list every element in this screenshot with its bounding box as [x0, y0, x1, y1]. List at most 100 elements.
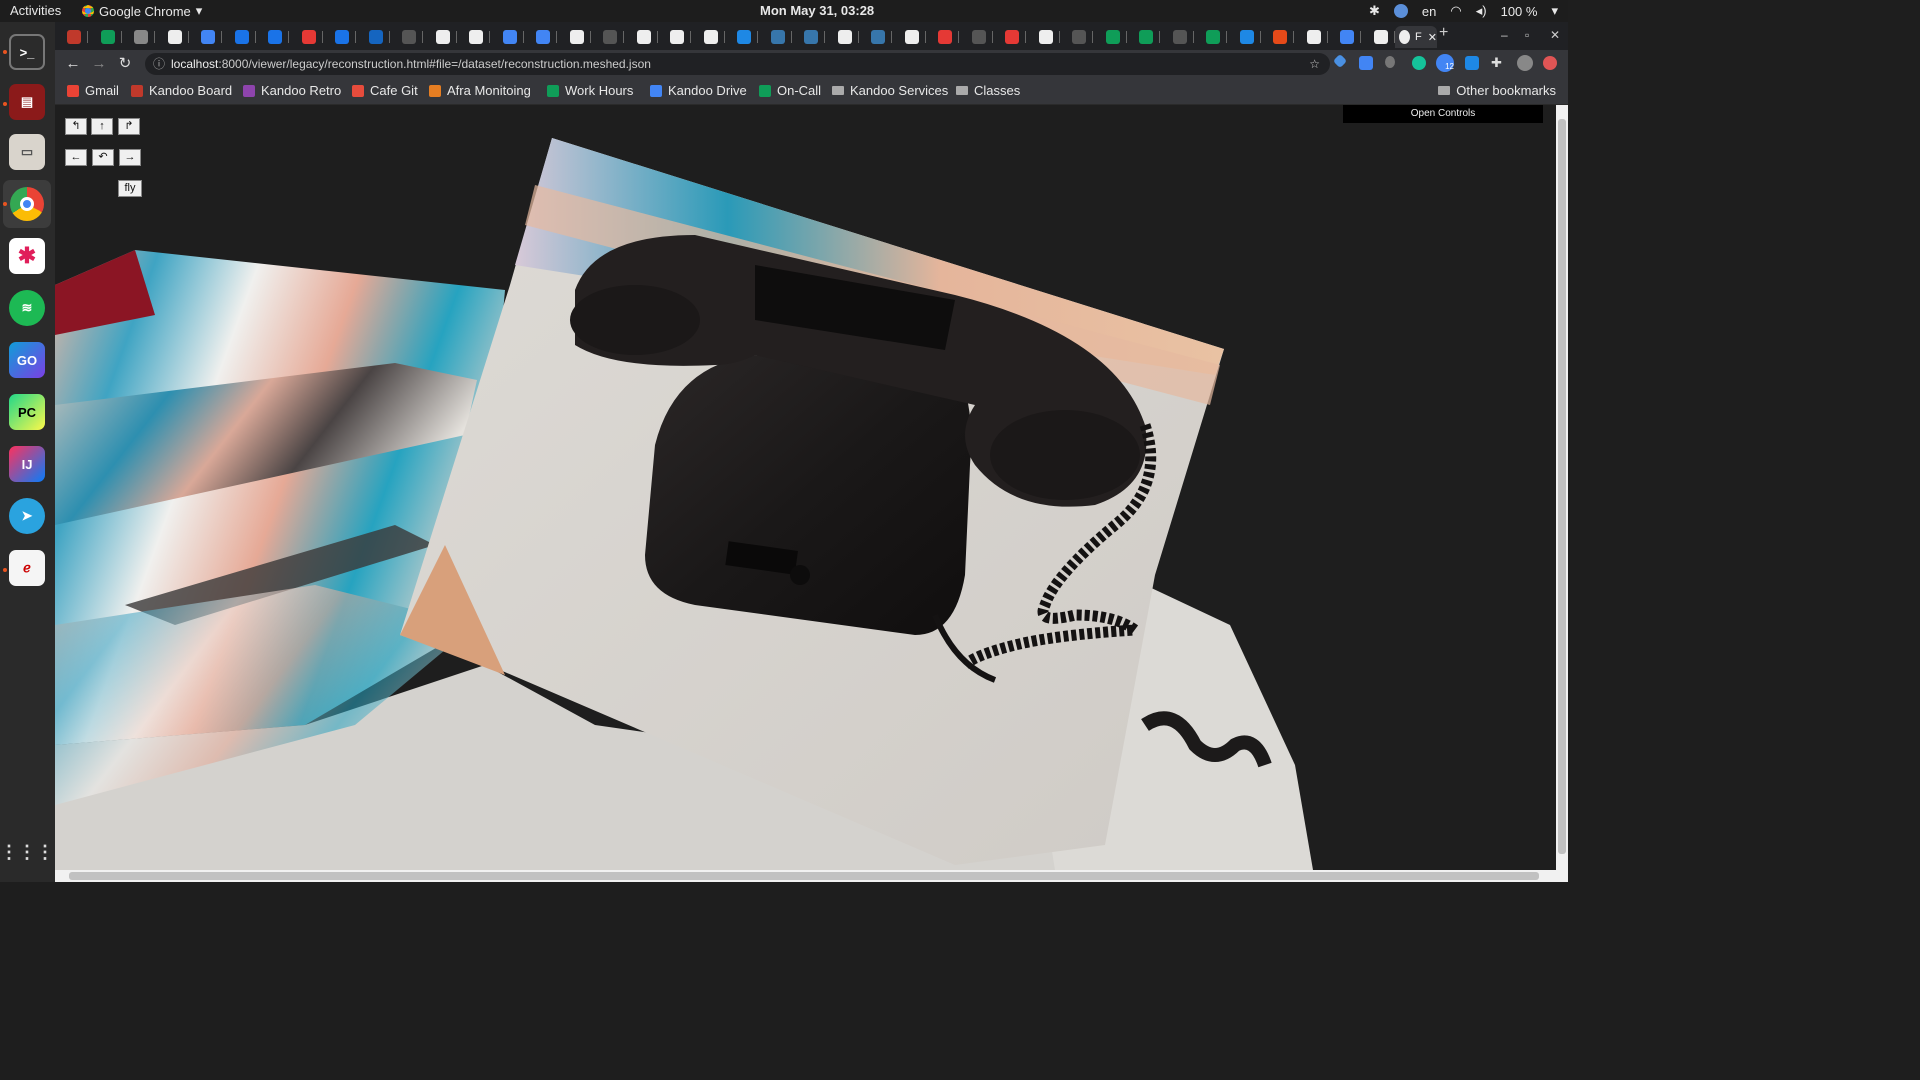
move-up-button[interactable]: ↑ [91, 118, 113, 135]
tab-pinned[interactable] [201, 26, 231, 48]
show-applications-icon[interactable]: ⋮⋮⋮ [0, 834, 54, 870]
reconstruction-viewer[interactable]: ↰ ↑ ↱ ← ↶ → fly Open Controls [55, 105, 1556, 870]
grammarly-icon[interactable] [1412, 56, 1426, 70]
bookmark-cafe-git[interactable]: Cafe Git [352, 83, 418, 98]
extension-icon[interactable] [1465, 56, 1479, 70]
tab-pinned[interactable] [167, 26, 198, 48]
app-menu[interactable]: Google Chrome ▾ [82, 3, 202, 19]
extension-badge-icon[interactable]: 12 [1436, 54, 1454, 72]
new-tab-button[interactable]: + [1439, 24, 1448, 42]
reset-view-button[interactable]: ↶ [92, 149, 114, 166]
bookmark-kandoo-board[interactable]: Kandoo Board [131, 83, 232, 98]
tab-pinned[interactable] [1005, 26, 1035, 48]
tab-pinned[interactable] [1139, 26, 1169, 48]
maximize-icon[interactable]: ▫ [1525, 28, 1529, 42]
bookmark-work-hours[interactable]: Work Hours [547, 83, 633, 98]
bookmark-kandoo-services[interactable]: Kandoo Services [832, 83, 948, 98]
tab-pinned[interactable] [1239, 26, 1270, 48]
tab-pinned[interactable] [603, 26, 633, 48]
extension-icon[interactable] [1332, 53, 1348, 69]
tab-pinned[interactable] [1072, 26, 1102, 48]
open-controls-button[interactable]: Open Controls [1343, 105, 1543, 123]
vertical-scrollbar[interactable] [1556, 105, 1568, 870]
bookmark-star-icon[interactable]: ☆ [1309, 53, 1320, 75]
intellij-icon[interactable]: IJ [9, 446, 45, 482]
system-tray[interactable]: ✱ en ◠ ◂) 100 % ▾ [1369, 3, 1558, 19]
tab-pinned[interactable] [737, 26, 767, 48]
tab-pinned[interactable] [1306, 26, 1337, 48]
close-window-icon[interactable]: ✕ [1550, 28, 1560, 42]
tab-pinned[interactable] [536, 26, 566, 48]
chrome-dock-slot[interactable] [3, 180, 51, 228]
tab-pinned[interactable] [469, 26, 499, 48]
bookmark-gmail[interactable]: Gmail [67, 83, 119, 98]
rotate-left-button[interactable]: ↰ [65, 118, 87, 135]
tab-pinned[interactable] [301, 26, 332, 48]
activities-button[interactable]: Activities [10, 3, 61, 18]
tab-pinned[interactable] [871, 26, 901, 48]
tab-pinned[interactable] [134, 26, 164, 48]
language-indicator[interactable]: en [1422, 4, 1436, 19]
tab-pinned[interactable] [569, 26, 600, 48]
tab-pinned[interactable] [1172, 26, 1203, 48]
pycharm-icon[interactable]: PC [9, 394, 45, 430]
tab-pinned[interactable] [402, 26, 432, 48]
slack-icon[interactable]: ✱ [9, 238, 45, 274]
tab-pinned[interactable] [368, 26, 399, 48]
tab-pinned[interactable] [636, 26, 667, 48]
tab-pinned[interactable] [502, 26, 533, 48]
puzzle-icon[interactable]: ✚ [1491, 55, 1505, 70]
site-info-icon[interactable]: ⓘ [153, 53, 165, 75]
goland-icon[interactable]: GO [9, 342, 45, 378]
bookmark-kandoo-retro[interactable]: Kandoo Retro [243, 83, 341, 98]
back-icon[interactable]: ← [63, 54, 83, 74]
scrollbar-thumb[interactable] [69, 872, 1539, 880]
profile-avatar[interactable] [1517, 55, 1533, 71]
tab-pinned[interactable] [971, 26, 1002, 48]
move-left-button[interactable]: ← [65, 149, 87, 166]
notification-icon[interactable] [1543, 56, 1557, 70]
tab-pinned[interactable] [67, 26, 97, 48]
tab-pinned[interactable] [234, 26, 265, 48]
tab-pinned[interactable] [837, 26, 868, 48]
move-right-button[interactable]: → [119, 149, 141, 166]
extension-icon[interactable] [1385, 56, 1395, 68]
tab-pinned[interactable] [703, 26, 734, 48]
clock[interactable]: Mon May 31, 03:28 [760, 3, 874, 18]
tab-pinned[interactable] [804, 26, 834, 48]
tab-pinned[interactable] [670, 26, 700, 48]
close-icon[interactable]: ✕ [1428, 31, 1437, 44]
tab-pinned[interactable] [1340, 26, 1370, 48]
bookmark-on-call[interactable]: On-Call [759, 83, 821, 98]
tab-pinned[interactable] [770, 26, 801, 48]
bookmark-afra-monitoing[interactable]: Afra Monitoing [429, 83, 531, 98]
tab-pinned[interactable] [1273, 26, 1303, 48]
bookmark-classes[interactable]: Classes [956, 83, 1020, 98]
slack-tray-icon[interactable]: ✱ [1369, 3, 1380, 19]
fly-button[interactable]: fly [118, 180, 142, 197]
telegram-icon[interactable]: ➤ [9, 498, 45, 534]
tab-pinned[interactable] [435, 26, 466, 48]
tab-pinned[interactable] [1105, 26, 1136, 48]
tab-pinned[interactable] [268, 26, 298, 48]
tab-pinned[interactable] [1038, 26, 1069, 48]
spotify-icon[interactable]: ≋ [9, 290, 45, 326]
forward-icon[interactable]: → [89, 54, 109, 74]
tab-pinned[interactable] [904, 26, 935, 48]
pdf-viewer-icon[interactable]: ℯ [9, 550, 45, 586]
tray-app-icon[interactable] [1393, 4, 1408, 18]
horizontal-scrollbar[interactable] [55, 870, 1568, 882]
tab-pinned[interactable] [335, 26, 365, 48]
address-bar[interactable]: ⓘ localhost:8000/viewer/legacy/reconstru… [145, 53, 1330, 75]
scrollbar-thumb[interactable] [1558, 119, 1566, 854]
app-launcher-icon[interactable]: ▤ [9, 84, 45, 120]
tab-pinned[interactable] [1206, 26, 1236, 48]
rotate-right-button[interactable]: ↱ [118, 118, 140, 135]
other-bookmarks[interactable]: Other bookmarks [1438, 83, 1556, 98]
tab-pinned[interactable] [100, 26, 131, 48]
bookmark-kandoo-drive[interactable]: Kandoo Drive [650, 83, 747, 98]
translate-icon[interactable] [1359, 56, 1373, 70]
3d-scene-canvas[interactable] [55, 105, 1556, 870]
tab-pinned[interactable] [1373, 26, 1404, 48]
terminal-icon[interactable]: >_ [9, 34, 45, 70]
